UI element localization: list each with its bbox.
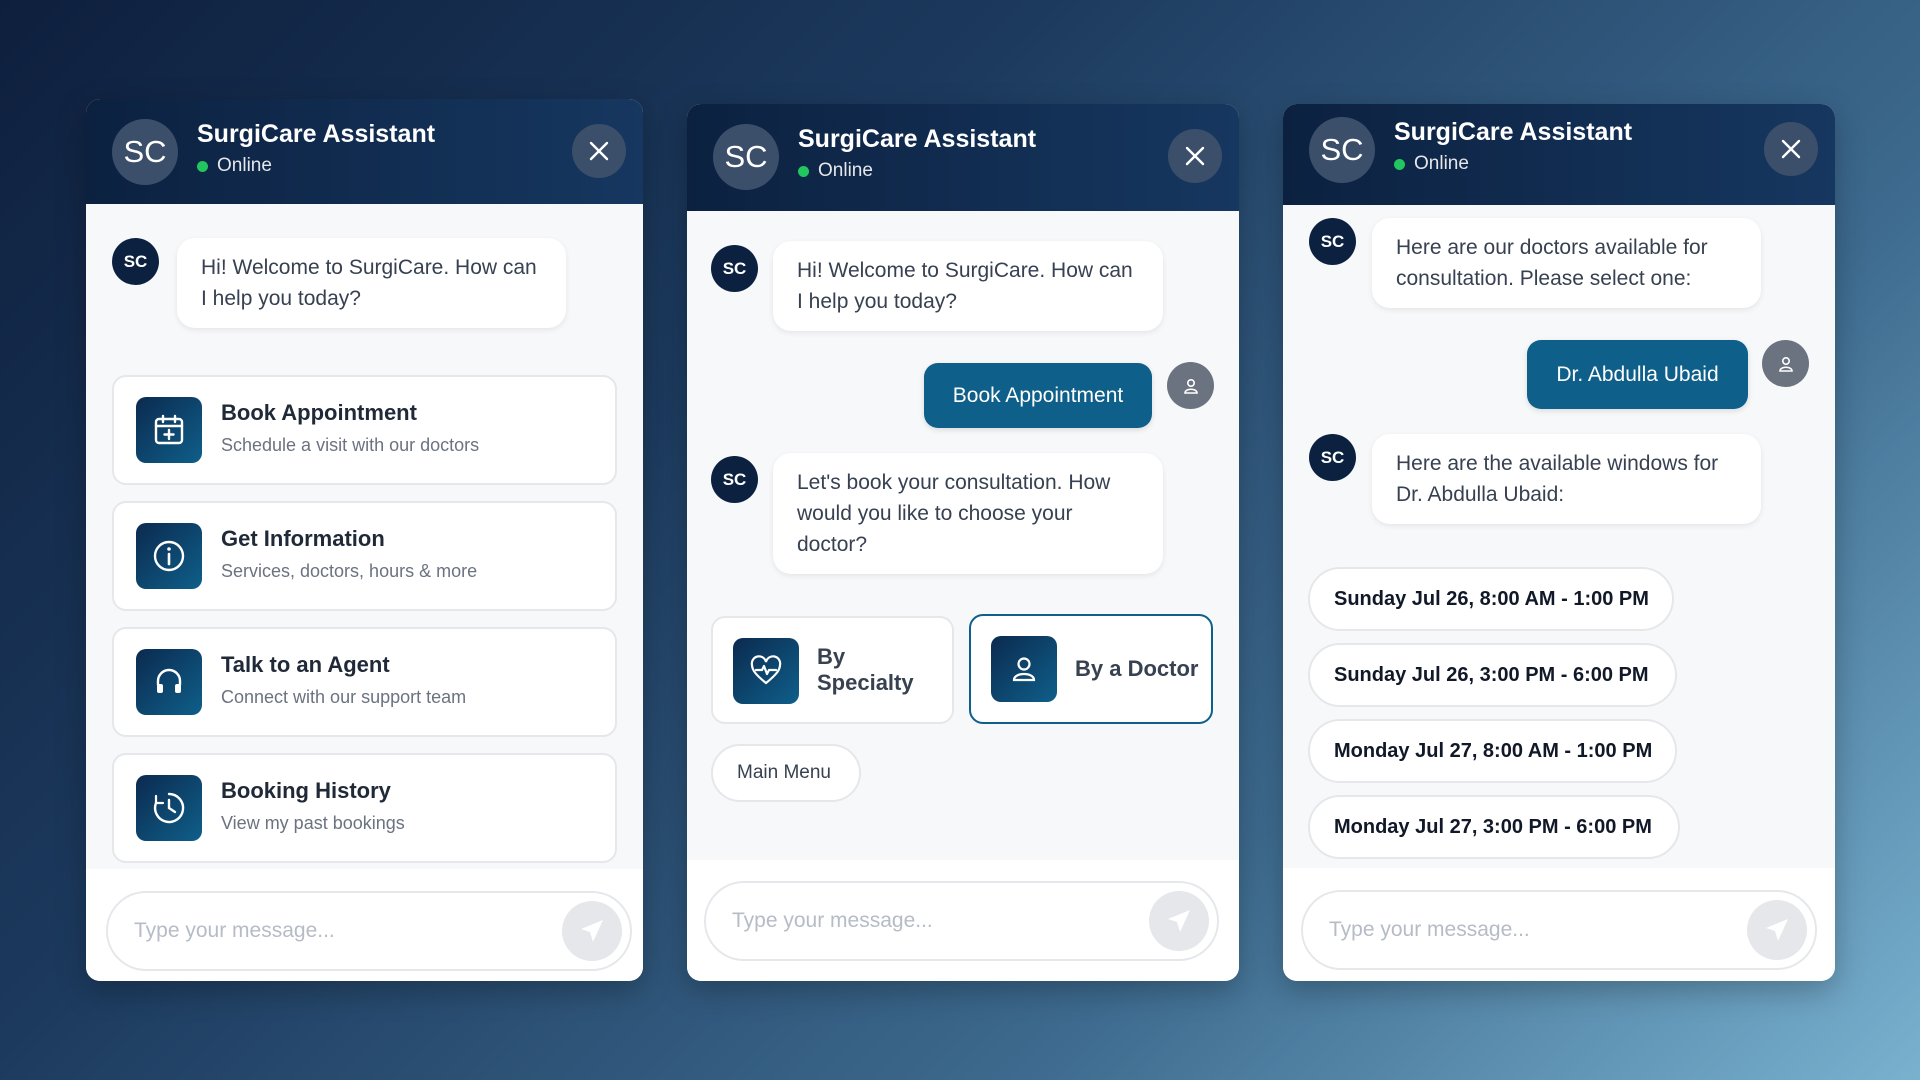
choice-label-line2: Specialty	[817, 670, 914, 695]
bot-message-choose: Let's book your consultation. How would …	[773, 453, 1163, 574]
menu-subtitle: View my past bookings	[221, 813, 405, 833]
menu-title: Book Appointment	[221, 400, 417, 425]
message-input[interactable]: Type your message...	[106, 891, 632, 971]
time-slot-option[interactable]: Monday Jul 27, 8:00 AM - 1:00 PM	[1308, 719, 1677, 783]
chat-panel-choose-doctor: SC SurgiCare Assistant Online SC Hi! Wel…	[687, 104, 1239, 981]
message-input[interactable]: Type your message...	[704, 881, 1219, 961]
menu-get-information[interactable]: Get Information Services, doctors, hours…	[112, 501, 617, 611]
choice-label-line1: By	[817, 644, 846, 669]
time-slot-option[interactable]: Sunday Jul 26, 8:00 AM - 1:00 PM	[1308, 567, 1674, 631]
info-icon	[136, 523, 202, 589]
close-icon	[1781, 139, 1801, 159]
input-placeholder: Type your message...	[134, 919, 335, 942]
time-slot-option[interactable]: Sunday Jul 26, 3:00 PM - 6:00 PM	[1308, 643, 1677, 707]
close-icon	[1185, 146, 1205, 166]
assistant-name: SurgiCare Assistant	[197, 120, 436, 148]
close-button[interactable]	[572, 124, 626, 178]
assistant-avatar: SC	[1309, 117, 1375, 183]
send-icon	[1766, 919, 1788, 941]
user-icon	[1778, 356, 1793, 372]
send-icon	[1168, 910, 1190, 932]
message-input[interactable]: Type your message...	[1301, 890, 1817, 970]
user-avatar	[1167, 362, 1214, 409]
menu-booking-history[interactable]: Booking History View my past bookings	[112, 753, 617, 863]
choice-by-doctor[interactable]: By a Doctor	[969, 614, 1213, 724]
user-icon	[991, 636, 1057, 702]
bot-avatar: SC	[1309, 434, 1356, 481]
bot-message-windows: Here are the available windows for Dr. A…	[1372, 434, 1761, 524]
choice-label: By Specialty	[817, 644, 914, 696]
assistant-status: Online	[1394, 153, 1469, 175]
clock-history-icon	[136, 775, 202, 841]
main-menu-button[interactable]: Main Menu	[711, 744, 861, 802]
user-message: Book Appointment	[924, 363, 1152, 428]
bot-message-doctors: Here are our doctors available for consu…	[1372, 218, 1761, 308]
message-composer: Type your message...	[86, 869, 643, 981]
user-avatar	[1762, 340, 1809, 387]
message-composer: Type your message...	[687, 860, 1239, 981]
send-button[interactable]	[562, 901, 622, 961]
bot-avatar: SC	[112, 238, 159, 285]
bot-message-welcome: Hi! Welcome to SurgiCare. How can I help…	[177, 238, 566, 328]
assistant-status: Online	[197, 155, 272, 177]
assistant-avatar: SC	[713, 124, 779, 190]
bot-avatar: SC	[711, 245, 758, 292]
time-slot-option[interactable]: Monday Jul 27, 3:00 PM - 6:00 PM	[1308, 795, 1680, 859]
calendar-plus-icon	[136, 397, 202, 463]
assistant-name: SurgiCare Assistant	[798, 125, 1037, 153]
menu-title: Get Information	[221, 526, 385, 551]
menu-subtitle: Connect with our support team	[221, 687, 467, 707]
status-label: Online	[818, 160, 873, 181]
chat-header: SC SurgiCare Assistant Online	[86, 99, 643, 204]
message-composer: Type your message...	[1283, 868, 1835, 981]
online-dot-icon	[1394, 158, 1405, 170]
bot-avatar: SC	[711, 456, 758, 503]
menu-talk-to-agent[interactable]: Talk to an Agent Connect with our suppor…	[112, 627, 617, 737]
assistant-status: Online	[798, 160, 873, 182]
bot-avatar: SC	[1309, 218, 1356, 265]
headset-icon	[136, 649, 202, 715]
assistant-name: SurgiCare Assistant	[1394, 118, 1633, 146]
chat-panel-time-slots: SC SurgiCare Assistant Online SC Here ar…	[1283, 104, 1835, 981]
close-button[interactable]	[1168, 129, 1222, 183]
input-placeholder: Type your message...	[732, 909, 933, 932]
send-icon	[581, 920, 603, 942]
user-icon	[1183, 378, 1198, 394]
send-button[interactable]	[1747, 900, 1807, 960]
menu-title: Talk to an Agent	[221, 652, 390, 677]
online-dot-icon	[197, 160, 208, 172]
close-icon	[589, 141, 609, 161]
bot-message-welcome: Hi! Welcome to SurgiCare. How can I help…	[773, 241, 1163, 331]
chat-header: SC SurgiCare Assistant Online	[687, 104, 1239, 211]
assistant-avatar: SC	[112, 119, 178, 185]
status-label: Online	[217, 155, 272, 176]
menu-title: Booking History	[221, 778, 391, 803]
send-button[interactable]	[1149, 891, 1209, 951]
menu-subtitle: Services, doctors, hours & more	[221, 561, 478, 581]
choice-label: By a Doctor	[1075, 656, 1199, 681]
chat-header: SC SurgiCare Assistant Online	[1283, 104, 1835, 205]
chat-panel-main-menu: SC SurgiCare Assistant Online SC Hi! Wel…	[86, 99, 643, 981]
user-message: Dr. Abdulla Ubaid	[1527, 340, 1748, 409]
input-placeholder: Type your message...	[1329, 918, 1530, 941]
menu-subtitle: Schedule a visit with our doctors	[221, 435, 480, 455]
online-dot-icon	[798, 165, 809, 177]
close-button[interactable]	[1764, 122, 1818, 176]
status-label: Online	[1414, 153, 1469, 174]
heart-pulse-icon	[733, 638, 799, 704]
menu-book-appointment[interactable]: Book Appointment Schedule a visit with o…	[112, 375, 617, 485]
choice-by-specialty[interactable]: By Specialty	[711, 616, 954, 724]
